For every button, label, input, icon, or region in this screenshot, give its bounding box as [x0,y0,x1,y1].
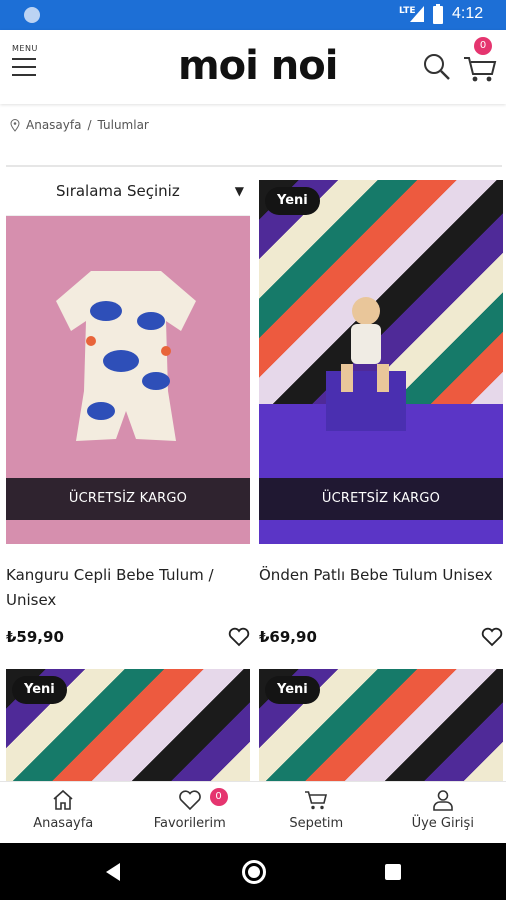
breadcrumb-current: Tulumlar [97,118,149,132]
child-illustration [326,297,406,431]
status-bar: LTE 4:12 [0,0,506,30]
menu-button[interactable]: MENU [10,44,44,84]
breadcrumb-separator: / [87,118,92,132]
product-price: ₺69,90 [259,628,317,646]
dropdown-arrow-icon: ▼ [234,184,244,198]
back-icon[interactable] [106,863,120,881]
product-title[interactable]: Önden Patlı Bebe Tulum Unisex [259,563,503,588]
sort-label: Sıralama Seçiniz [56,182,180,200]
cart-count-badge: 0 [474,37,492,55]
product-price: ₺59,90 [6,628,64,646]
nav-account[interactable]: Üye Girişi [380,782,506,843]
system-nav-bar [0,843,506,900]
free-shipping-banner: ÜCRETSİZ KARGO [259,478,503,520]
nav-label: Anasayfa [33,816,94,831]
cart-button[interactable] [462,50,498,86]
breadcrumb-home[interactable]: Anasayfa [26,118,81,132]
nav-cart[interactable]: Sepetim [253,782,380,843]
menu-label: MENU [12,44,38,53]
app-header: MENU moi noi 0 [0,30,506,104]
location-pin-icon [10,118,20,132]
user-icon [432,790,453,811]
recents-icon[interactable] [385,864,401,880]
nav-favorites[interactable]: Favorilerim 0 [127,782,254,843]
nav-label: Favorilerim [153,816,226,831]
new-badge: Yeni [265,187,320,215]
home-icon [53,789,73,810]
heart-icon[interactable] [481,627,503,647]
cart-icon [305,791,328,810]
product-image[interactable]: Yeni [259,669,503,781]
hamburger-icon [12,58,36,82]
nav-label: Üye Girişi [411,816,474,831]
new-badge: Yeni [265,676,320,704]
home-circle-icon[interactable] [242,860,266,884]
clock: 4:12 [452,5,484,22]
romper-illustration [56,271,196,441]
heart-icon[interactable] [228,627,250,647]
battery-icon [433,4,443,24]
search-button[interactable] [422,52,452,82]
heart-icon [178,790,201,811]
cart-icon [464,57,497,82]
notification-icon [24,7,40,23]
search-icon [424,54,450,80]
breadcrumb: Anasayfa / Tulumlar [10,118,149,132]
sort-select[interactable]: Sıralama Seçiniz ▼ [6,170,250,216]
bottom-nav: Anasayfa Favorilerim 0 Sepetim Üye Giriş… [0,781,506,843]
favorites-count-badge: 0 [209,788,228,806]
product-title[interactable]: Kanguru Cepli Bebe Tulum / Unisex [6,563,250,613]
new-badge: Yeni [12,676,67,704]
brand-logo[interactable]: moi noi [178,42,338,90]
nav-label: Sepetim [289,816,344,831]
product-image[interactable]: Yeni [6,669,250,781]
nav-home[interactable]: Anasayfa [0,782,127,843]
signal-icon [410,6,424,22]
free-shipping-banner: ÜCRETSİZ KARGO [6,478,250,520]
divider [6,165,502,167]
